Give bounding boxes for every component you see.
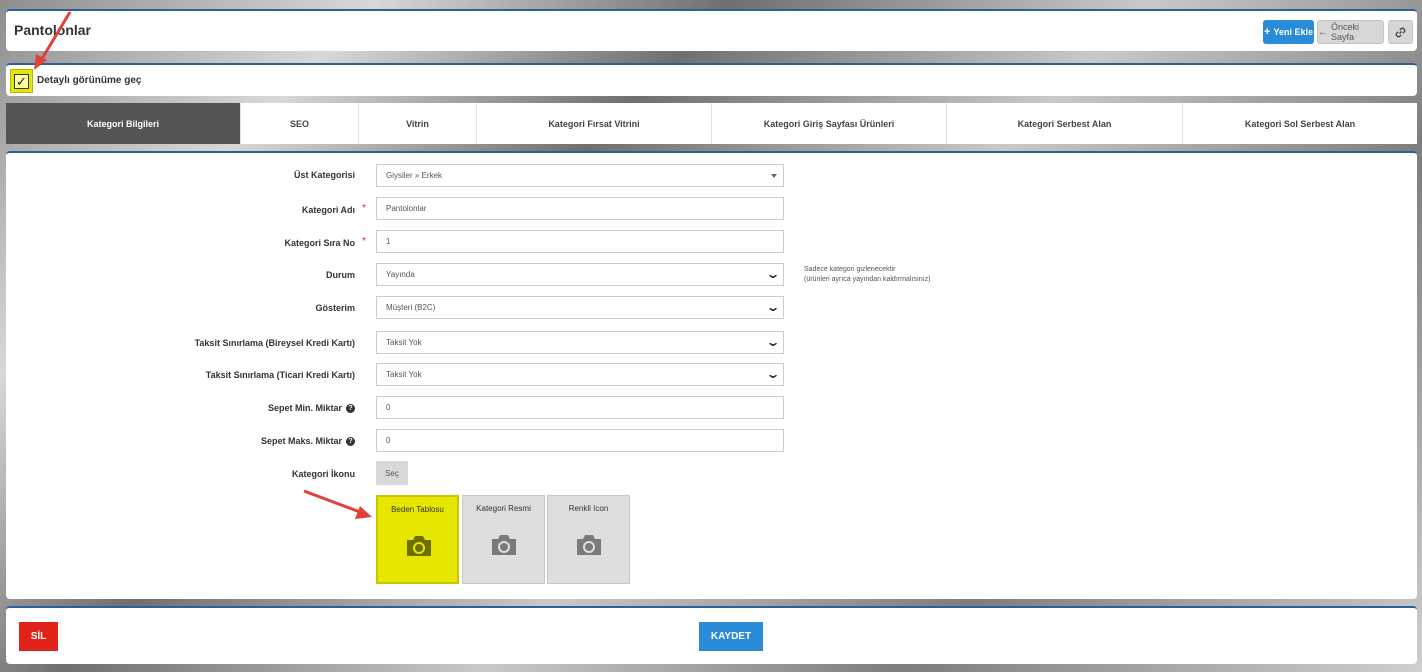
status-value: Yayında bbox=[386, 270, 415, 279]
previous-page-label: Önceki Sayfa bbox=[1331, 22, 1360, 42]
category-icon-label: Kategori İkonu bbox=[291, 469, 355, 479]
cart-max-label: Sepet Maks. Miktar ? bbox=[261, 436, 355, 446]
status-select[interactable]: Yayında ⌄ bbox=[376, 263, 784, 286]
caret-down-icon bbox=[771, 174, 777, 178]
detail-view-bar: ✓ Detaylı görünüme geç bbox=[6, 63, 1417, 96]
form-footer: SİL KAYDET bbox=[6, 606, 1417, 664]
status-label: Durum bbox=[326, 270, 355, 280]
cart-max-input[interactable]: 0 bbox=[376, 429, 784, 452]
category-name-input[interactable]: Pantolonlar bbox=[376, 197, 784, 220]
delete-button[interactable]: SİL bbox=[19, 622, 58, 651]
save-button[interactable]: KAYDET bbox=[699, 622, 763, 651]
installment-commercial-value: Taksit Yok bbox=[386, 370, 422, 379]
cart-min-label-text: Sepet Min. Miktar bbox=[267, 403, 342, 413]
display-select[interactable]: Müşteri (B2C) ⌄ bbox=[376, 296, 784, 319]
tab-category-info[interactable]: Kategori Bilgileri bbox=[6, 103, 241, 144]
cart-min-value: 0 bbox=[386, 403, 391, 412]
parent-category-select[interactable]: Giysiler » Erkek bbox=[376, 164, 784, 187]
chevron-down-icon: ⌄ bbox=[765, 335, 781, 349]
chevron-down-icon: ⌄ bbox=[765, 300, 781, 314]
category-image-title: Kategori Resmi bbox=[476, 504, 531, 513]
required-mark: * bbox=[362, 203, 366, 214]
category-name-label: Kategori Adı bbox=[301, 205, 355, 215]
tab-showcase[interactable]: Vitrin bbox=[359, 103, 477, 144]
category-form: Üst Kategorisi Giysiler » Erkek Kategori… bbox=[6, 151, 1417, 599]
tab-seo[interactable]: SEO bbox=[241, 103, 359, 144]
link-button[interactable] bbox=[1388, 20, 1413, 44]
arrow-left-icon: ← bbox=[1318, 26, 1328, 38]
cart-min-label: Sepet Min. Miktar ? bbox=[268, 403, 355, 413]
tab-category-deal-showcase[interactable]: Kategori Fırsat Vitrini bbox=[477, 103, 712, 144]
cart-max-value: 0 bbox=[386, 436, 391, 445]
cart-min-input[interactable]: 0 bbox=[376, 396, 784, 419]
installment-personal-select[interactable]: Taksit Yok ⌄ bbox=[376, 331, 784, 354]
detail-view-checkbox[interactable]: ✓ bbox=[10, 69, 33, 93]
select-icon-button[interactable]: Seç bbox=[376, 461, 408, 485]
installment-commercial-select[interactable]: Taksit Yok ⌄ bbox=[376, 363, 784, 386]
status-note-line2: (ürünleri ayrıca yayından kaldırmalısını… bbox=[804, 276, 931, 283]
camera-icon bbox=[407, 536, 431, 556]
page-title: Pantolonlar bbox=[14, 22, 92, 38]
sort-no-value: 1 bbox=[386, 237, 391, 246]
installment-personal-value: Taksit Yok bbox=[386, 338, 422, 347]
add-new-button[interactable]: + Yeni Ekle bbox=[1263, 20, 1314, 44]
installment-commercial-label: Taksit Sınırlama (Ticari Kredi Kartı) bbox=[205, 370, 355, 380]
color-icon-title: Renkli Icon bbox=[568, 504, 609, 513]
category-name-value: Pantolonlar bbox=[386, 204, 427, 213]
checkmark-icon: ✓ bbox=[14, 73, 29, 89]
required-mark: * bbox=[362, 236, 366, 247]
previous-page-button[interactable]: ← Önceki Sayfa bbox=[1317, 20, 1384, 44]
plus-icon: + bbox=[1264, 26, 1271, 38]
camera-icon bbox=[577, 535, 601, 555]
tab-bar: Kategori Bilgileri SEO Vitrin Kategori F… bbox=[6, 103, 1417, 144]
tab-category-home-products[interactable]: Kategori Giriş Sayfası Ürünleri bbox=[712, 103, 947, 144]
color-icon-image-upload[interactable]: Renkli Icon bbox=[547, 495, 630, 584]
chevron-down-icon: ⌄ bbox=[765, 267, 781, 281]
size-chart-title: Beden Tablosu bbox=[391, 505, 444, 514]
status-note: Sadece kategori gizlenecektir (ürünleri … bbox=[804, 265, 930, 285]
detail-view-label: Detaylı görünüme geç bbox=[37, 75, 142, 86]
chevron-down-icon: ⌄ bbox=[765, 367, 781, 381]
page-header: Pantolonlar + Yeni Ekle ← Önceki Sayfa bbox=[6, 9, 1417, 51]
display-label: Gösterim bbox=[315, 303, 355, 313]
add-new-label: Yeni Ekle bbox=[1273, 27, 1313, 37]
parent-category-value: Giysiler » Erkek bbox=[386, 171, 443, 180]
cart-max-label-text: Sepet Maks. Miktar bbox=[260, 436, 342, 446]
question-icon[interactable]: ? bbox=[346, 403, 355, 413]
parent-category-label: Üst Kategorisi bbox=[293, 170, 355, 180]
category-image-upload[interactable]: Kategori Resmi bbox=[462, 495, 545, 584]
link-icon bbox=[1395, 27, 1406, 37]
question-icon[interactable]: ? bbox=[346, 436, 355, 446]
status-note-line1: Sadece kategori gizlenecektir bbox=[804, 266, 896, 273]
installment-personal-label: Taksit Sınırlama (Bireysel Kredi Kartı) bbox=[194, 338, 355, 348]
display-value: Müşteri (B2C) bbox=[386, 303, 436, 312]
camera-icon bbox=[492, 535, 516, 555]
tab-category-left-free-area[interactable]: Kategori Sol Serbest Alan bbox=[1183, 103, 1417, 144]
sort-no-input[interactable]: 1 bbox=[376, 230, 784, 253]
tab-category-free-area[interactable]: Kategori Serbest Alan bbox=[947, 103, 1183, 144]
sort-no-label: Kategori Sıra No bbox=[284, 238, 355, 248]
size-chart-image-upload[interactable]: Beden Tablosu bbox=[376, 495, 459, 584]
